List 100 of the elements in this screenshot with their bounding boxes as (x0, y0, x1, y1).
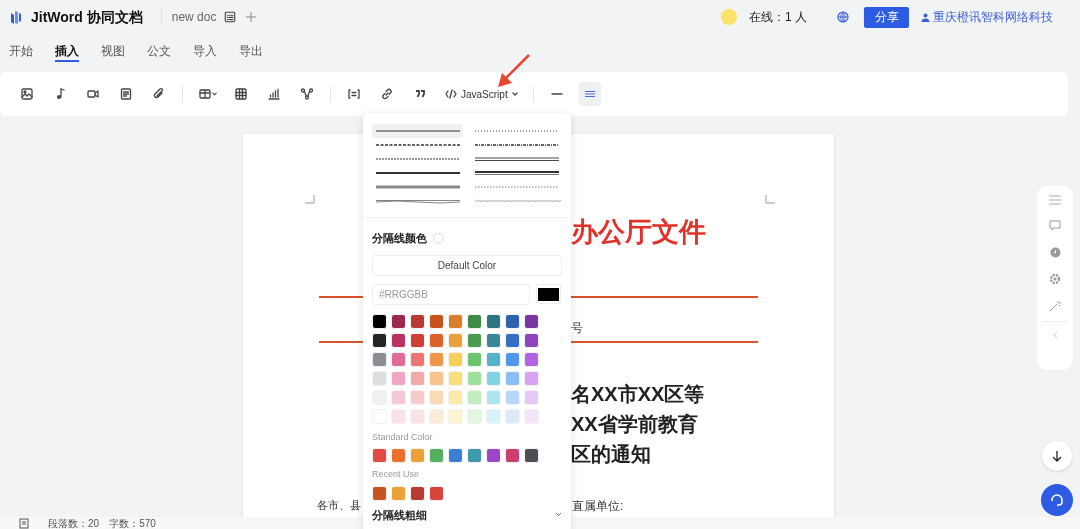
caret-icon (511, 92, 518, 96)
support-button[interactable] (1041, 484, 1073, 516)
color-swatch[interactable] (410, 332, 425, 348)
document-heading-line: XX省学前教育 (571, 412, 699, 437)
color-swatch[interactable] (410, 389, 425, 405)
color-swatch[interactable] (505, 332, 520, 348)
outline-icon[interactable] (224, 11, 237, 23)
user-name[interactable]: 重庆橙讯智科网络科技 (933, 8, 1053, 26)
ribbon-tab[interactable]: 导出 (239, 42, 263, 62)
color-swatch[interactable] (448, 389, 463, 405)
color-swatch[interactable] (410, 351, 425, 367)
color-swatch[interactable] (410, 485, 425, 501)
color-swatch[interactable] (486, 370, 501, 386)
color-swatch[interactable] (391, 485, 406, 501)
color-swatch[interactable] (429, 448, 444, 463)
line-sample-icon (373, 141, 462, 149)
globe-icon[interactable] (837, 11, 849, 23)
color-swatch[interactable] (410, 448, 425, 463)
scroll-down-button[interactable] (1042, 441, 1072, 471)
color-swatch[interactable] (448, 408, 463, 424)
color-swatch[interactable] (505, 389, 520, 405)
color-swatch[interactable] (391, 408, 406, 424)
color-swatch[interactable] (372, 351, 387, 367)
color-swatch[interactable] (467, 332, 482, 348)
plus-icon[interactable] (246, 12, 257, 22)
color-swatch[interactable] (486, 389, 501, 405)
color-swatch[interactable] (524, 351, 539, 367)
color-swatch[interactable] (391, 313, 406, 329)
ribbon-tab[interactable]: 导入 (193, 42, 217, 62)
color-swatch[interactable] (410, 313, 425, 329)
document-name[interactable]: new doc (171, 8, 217, 26)
color-swatch[interactable] (448, 351, 463, 367)
default-color-button[interactable]: Default Color (372, 254, 562, 276)
color-swatch[interactable] (467, 448, 482, 463)
color-swatch[interactable] (391, 448, 406, 463)
color-swatch[interactable] (524, 389, 539, 405)
color-swatch[interactable] (524, 408, 539, 424)
color-swatch[interactable] (372, 313, 387, 329)
color-swatch[interactable] (410, 370, 425, 386)
word-count: 字数：570 (109, 516, 156, 529)
color-swatch[interactable] (429, 370, 444, 386)
color-swatch[interactable] (505, 370, 520, 386)
color-swatch[interactable] (372, 332, 387, 348)
color-swatch[interactable] (467, 408, 482, 424)
ribbon-tab[interactable]: 公文 (147, 42, 171, 62)
color-swatch[interactable] (486, 408, 501, 424)
color-swatch[interactable] (391, 370, 406, 386)
ribbon-tab[interactable]: 视图 (101, 42, 125, 62)
collapse-icon[interactable] (1052, 331, 1058, 339)
comment-icon[interactable] (1049, 220, 1061, 232)
color-swatch[interactable] (429, 332, 444, 348)
color-swatch[interactable] (524, 448, 539, 463)
color-swatch[interactable] (467, 313, 482, 329)
color-swatch[interactable] (467, 389, 482, 405)
line-sample-icon (373, 169, 462, 177)
line-sample-icon (472, 141, 561, 149)
color-swatch[interactable] (372, 485, 387, 501)
color-swatch[interactable] (372, 370, 387, 386)
color-swatch[interactable] (372, 448, 387, 463)
color-swatch[interactable] (391, 332, 406, 348)
line-sample-icon (472, 183, 561, 191)
logo-icon (9, 9, 23, 25)
color-swatch[interactable] (391, 351, 406, 367)
line-sample-icon (472, 197, 561, 205)
color-swatch[interactable] (486, 313, 501, 329)
color-swatch[interactable] (448, 332, 463, 348)
color-swatch[interactable] (524, 313, 539, 329)
color-swatch[interactable] (505, 351, 520, 367)
chevron-down-icon[interactable] (555, 512, 562, 518)
color-swatch[interactable] (486, 351, 501, 367)
color-swatch[interactable] (486, 332, 501, 348)
color-swatch[interactable] (524, 370, 539, 386)
color-swatch[interactable] (448, 370, 463, 386)
color-swatch[interactable] (448, 313, 463, 329)
line-sample-icon (373, 183, 462, 191)
color-swatch[interactable] (505, 448, 520, 463)
color-swatch[interactable] (429, 313, 444, 329)
color-swatch[interactable] (429, 408, 444, 424)
color-swatch[interactable] (467, 351, 482, 367)
color-swatch[interactable] (391, 389, 406, 405)
color-swatch[interactable] (429, 485, 444, 501)
ribbon-tab[interactable]: 开始 (9, 42, 33, 62)
color-swatch[interactable] (429, 389, 444, 405)
color-swatch[interactable] (486, 448, 501, 463)
code-language-button[interactable]: JavaScript (442, 82, 521, 106)
share-button[interactable]: 分享 (864, 6, 909, 28)
color-swatch[interactable] (505, 313, 520, 329)
color-swatch[interactable] (448, 448, 463, 463)
color-swatch[interactable] (467, 370, 482, 386)
magic-wand-icon[interactable] (1049, 300, 1061, 312)
color-swatch[interactable] (524, 332, 539, 348)
ribbon-tab[interactable]: 插入 (55, 42, 79, 62)
hex-color-input[interactable]: #RRGGBB (372, 283, 530, 305)
headset-icon (1050, 493, 1064, 507)
settings-icon[interactable] (1049, 273, 1061, 285)
clock-icon[interactable] (1049, 247, 1061, 258)
section-label: 分隔线颜色 (372, 231, 427, 246)
color-swatch[interactable] (410, 408, 425, 424)
color-swatch[interactable] (505, 408, 520, 424)
color-swatch[interactable] (429, 351, 444, 367)
